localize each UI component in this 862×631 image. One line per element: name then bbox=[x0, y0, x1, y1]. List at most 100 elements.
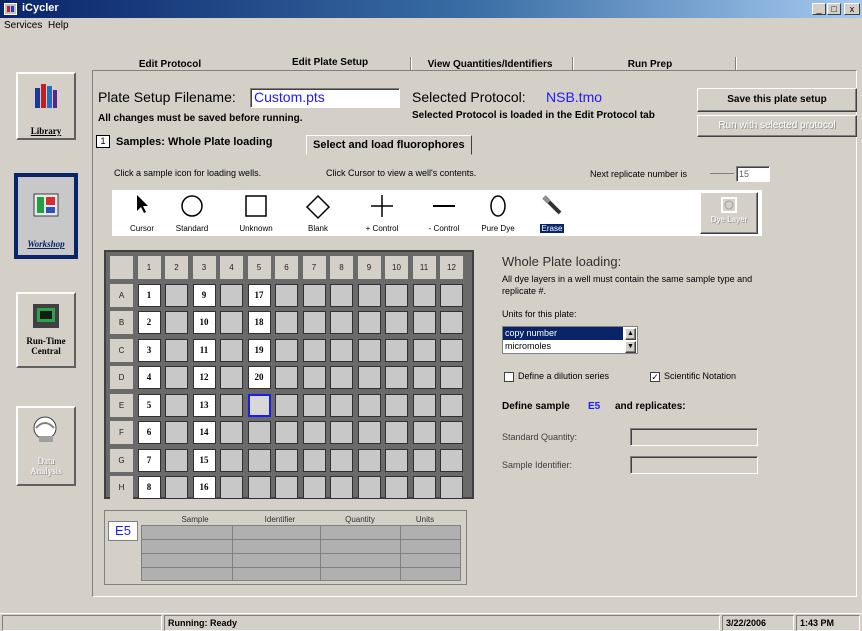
plate-well[interactable] bbox=[165, 283, 188, 307]
plate-well[interactable]: 18 bbox=[247, 311, 271, 334]
plate-well[interactable] bbox=[275, 393, 298, 417]
plate-well[interactable] bbox=[357, 338, 381, 362]
plate-well[interactable] bbox=[412, 311, 436, 334]
plate-well[interactable] bbox=[357, 366, 381, 389]
plate-column-header[interactable]: 2 bbox=[165, 256, 188, 279]
plate-well[interactable] bbox=[385, 476, 408, 499]
plate-column-header[interactable]: 1 bbox=[137, 256, 161, 279]
plate-well[interactable] bbox=[440, 448, 463, 472]
plate-column-header[interactable]: 9 bbox=[357, 256, 381, 279]
plate-row-header[interactable]: F bbox=[110, 421, 133, 444]
tool-pure-dye[interactable]: Pure Dye bbox=[472, 190, 524, 236]
plate-column-header[interactable]: 11 bbox=[412, 256, 436, 279]
plate-well[interactable] bbox=[220, 476, 243, 499]
replicate-number-input[interactable]: 15 bbox=[736, 166, 770, 182]
scroll-up-icon[interactable]: ▲ bbox=[625, 328, 636, 340]
plate-well[interactable] bbox=[357, 283, 381, 307]
nav-library-button[interactable]: Library bbox=[16, 72, 76, 140]
sample-identifier-input[interactable] bbox=[630, 456, 758, 474]
plate-well[interactable] bbox=[385, 338, 408, 362]
plate-well[interactable] bbox=[165, 448, 188, 472]
scientific-notation-checkbox[interactable]: ✓ bbox=[650, 372, 660, 382]
plate-well[interactable] bbox=[302, 421, 326, 444]
plate-well[interactable] bbox=[220, 421, 243, 444]
plate-well[interactable] bbox=[220, 366, 243, 389]
tool-standard[interactable]: Standard bbox=[166, 190, 218, 236]
plate-row-header[interactable]: H bbox=[110, 476, 133, 499]
menu-services[interactable]: Services bbox=[4, 20, 42, 31]
plate-well[interactable]: 19 bbox=[247, 338, 271, 362]
plate-well[interactable] bbox=[275, 338, 298, 362]
plate-well[interactable]: 6 bbox=[137, 421, 161, 444]
plate-column-header[interactable]: 10 bbox=[385, 256, 408, 279]
plate-well[interactable]: 10 bbox=[192, 311, 216, 334]
plate-well[interactable]: 2 bbox=[137, 311, 161, 334]
tab-load-fluorophores[interactable]: Select and load fluorophores bbox=[306, 135, 472, 155]
plate-well[interactable] bbox=[385, 283, 408, 307]
plate-well[interactable] bbox=[385, 421, 408, 444]
tab-whole-plate-loading[interactable]: Samples: Whole Plate loading bbox=[116, 136, 272, 148]
plate-well[interactable] bbox=[302, 448, 326, 472]
plate-well[interactable] bbox=[412, 283, 436, 307]
plate-well[interactable] bbox=[220, 393, 243, 417]
plate-well[interactable] bbox=[220, 448, 243, 472]
plate-well[interactable]: 13 bbox=[192, 393, 216, 417]
dye-layer-button[interactable]: Dye Layer bbox=[700, 192, 758, 234]
plate-row-header[interactable]: A bbox=[110, 283, 133, 307]
plate-row-header[interactable]: B bbox=[110, 311, 133, 334]
plate-well[interactable] bbox=[165, 366, 188, 389]
plate-well[interactable]: 1 bbox=[137, 283, 161, 307]
nav-data-analysis-button[interactable]: Data Analysis bbox=[16, 406, 76, 486]
plate-well[interactable] bbox=[412, 476, 436, 499]
plate-well[interactable] bbox=[357, 393, 381, 417]
plate-well[interactable]: 4 bbox=[137, 366, 161, 389]
tool-cursor[interactable]: Cursor bbox=[116, 190, 168, 236]
plate-well[interactable] bbox=[385, 366, 408, 389]
plate-well[interactable] bbox=[275, 311, 298, 334]
close-button[interactable]: x bbox=[844, 3, 860, 15]
plate-well[interactable] bbox=[412, 393, 436, 417]
minimize-button[interactable]: _ bbox=[812, 3, 826, 15]
plate-column-header[interactable]: 12 bbox=[440, 256, 463, 279]
save-plate-setup-button[interactable]: Save this plate setup bbox=[697, 88, 857, 112]
plate-well[interactable]: 9 bbox=[192, 283, 216, 307]
plate-column-header[interactable]: 8 bbox=[330, 256, 353, 279]
plate-well[interactable]: 5 bbox=[137, 393, 161, 417]
plate-well[interactable] bbox=[165, 393, 188, 417]
plate-well[interactable] bbox=[330, 311, 353, 334]
tool-erase[interactable]: Erase bbox=[526, 190, 578, 236]
plate-row-header[interactable]: C bbox=[110, 338, 133, 362]
plate-well[interactable] bbox=[165, 476, 188, 499]
tool-blank[interactable]: Blank bbox=[292, 190, 344, 236]
plate-column-header[interactable]: 5 bbox=[247, 256, 271, 279]
plate-well[interactable] bbox=[220, 283, 243, 307]
plate-well[interactable]: 3 bbox=[137, 338, 161, 362]
plate-well[interactable] bbox=[330, 283, 353, 307]
standard-quantity-input[interactable] bbox=[630, 428, 758, 446]
units-listbox[interactable]: copy number micromoles ▲ ▼ bbox=[502, 326, 638, 354]
plate-row-header[interactable]: D bbox=[110, 366, 133, 389]
plate-column-header[interactable]: 6 bbox=[275, 256, 298, 279]
plate-well[interactable] bbox=[412, 448, 436, 472]
plate-well[interactable] bbox=[302, 476, 326, 499]
plate-well[interactable]: 14 bbox=[192, 421, 216, 444]
plate-well[interactable] bbox=[302, 338, 326, 362]
plate-well[interactable] bbox=[220, 311, 243, 334]
plate-well[interactable] bbox=[330, 448, 353, 472]
plate-row-header[interactable]: G bbox=[110, 448, 133, 472]
plate-well[interactable] bbox=[247, 393, 271, 417]
plate-well[interactable] bbox=[247, 448, 271, 472]
plate-well[interactable] bbox=[275, 421, 298, 444]
nav-runtime-button[interactable]: Run-Time Central bbox=[16, 292, 76, 368]
tool-unknown[interactable]: Unknown bbox=[230, 190, 282, 236]
plate-column-header[interactable]: 3 bbox=[192, 256, 216, 279]
tool-positive-control[interactable]: + Control bbox=[356, 190, 408, 236]
run-with-protocol-button[interactable]: Run with selected protocol bbox=[697, 115, 857, 137]
plate-well[interactable] bbox=[385, 311, 408, 334]
plate-well[interactable] bbox=[440, 393, 463, 417]
filename-input[interactable]: Custom.pts bbox=[250, 88, 400, 108]
plate-well[interactable] bbox=[412, 338, 436, 362]
plate-well[interactable] bbox=[357, 476, 381, 499]
plate-well[interactable] bbox=[302, 311, 326, 334]
plate-well[interactable]: 15 bbox=[192, 448, 216, 472]
